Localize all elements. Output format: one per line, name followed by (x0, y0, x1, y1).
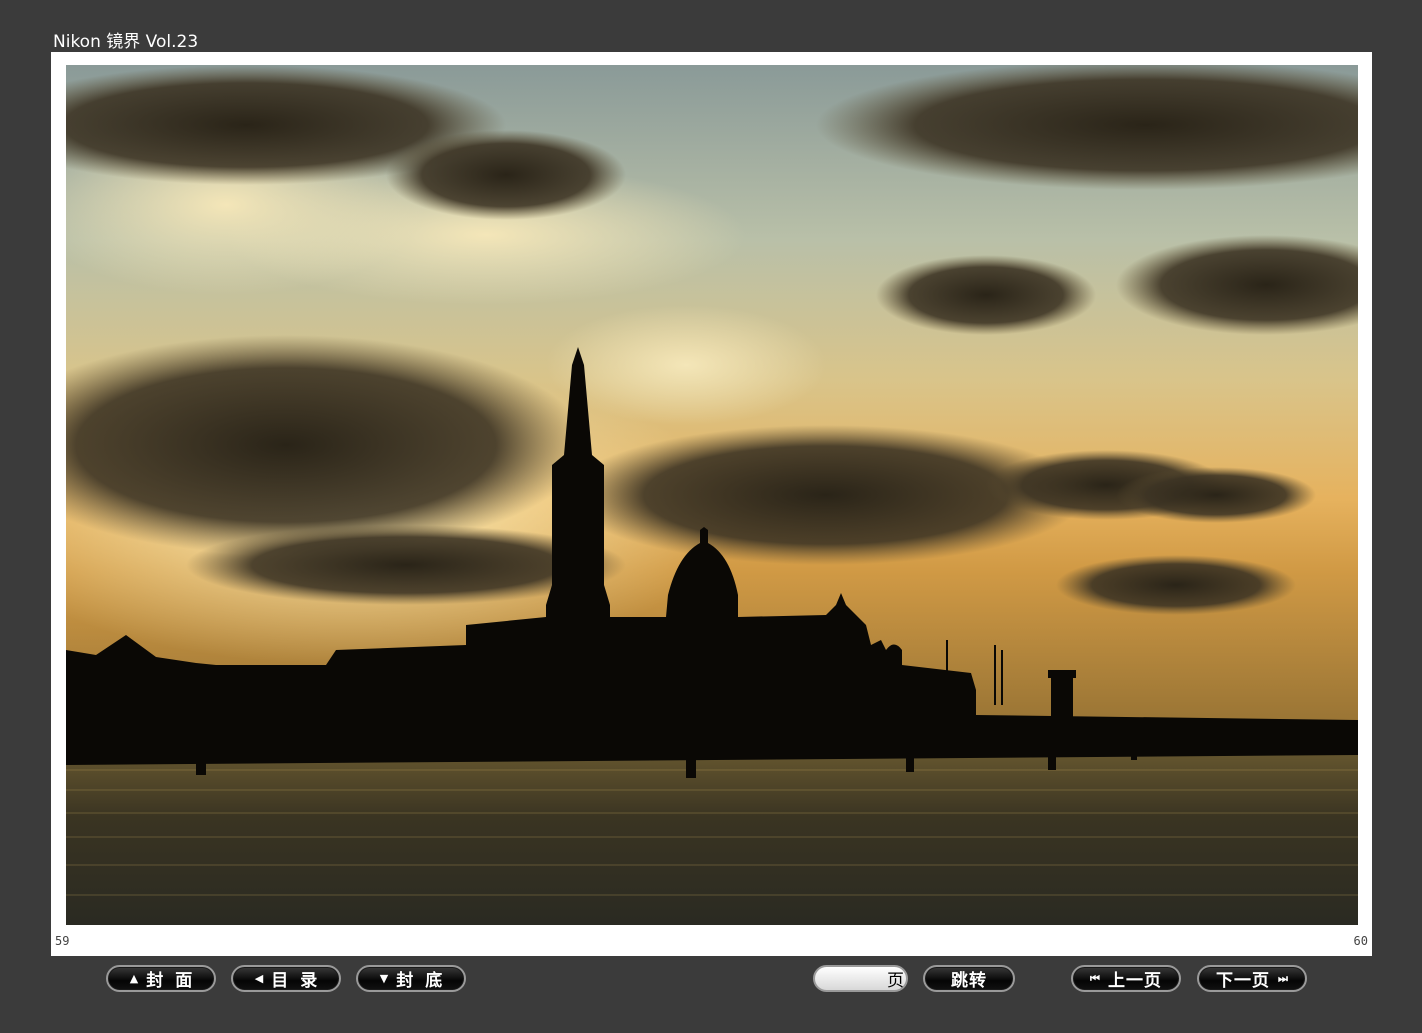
right-page-number: 60 (1353, 934, 1368, 948)
page-unit-label: 页 (887, 971, 904, 991)
left-page-number: 59 (55, 934, 70, 948)
skip-forward-icon: ⏭ (1278, 971, 1288, 985)
prev-page-button-label: 上一页 (1107, 971, 1162, 991)
back-cover-button[interactable]: ▼ 封底 (356, 965, 466, 992)
window-title: Nikon 镜界 Vol.23 (53, 32, 199, 52)
sunset-photo (66, 65, 1358, 925)
contents-button-label: 目录 (271, 971, 330, 991)
cover-button[interactable]: ▲ 封面 (106, 965, 216, 992)
back-cover-button-label: 封底 (396, 971, 455, 991)
triangle-up-icon: ▲ (129, 972, 139, 985)
magazine-page: 59 60 (51, 52, 1372, 956)
triangle-left-icon: ◀ (254, 972, 264, 985)
cover-button-label: 封面 (146, 971, 205, 991)
prev-page-button[interactable]: ⏮ 上一页 (1071, 965, 1181, 992)
jump-button[interactable]: 跳转 (923, 965, 1015, 992)
next-page-button[interactable]: 下一页 ⏭ (1197, 965, 1307, 992)
page-number-input[interactable] (821, 968, 885, 989)
triangle-down-icon: ▼ (379, 972, 389, 985)
photo-illustration (66, 65, 1358, 925)
contents-button[interactable]: ◀ 目录 (231, 965, 341, 992)
next-page-button-label: 下一页 (1216, 971, 1271, 991)
skip-back-icon: ⏮ (1090, 971, 1100, 985)
jump-button-label: 跳转 (951, 971, 987, 991)
page-number-field: 页 (813, 965, 908, 992)
